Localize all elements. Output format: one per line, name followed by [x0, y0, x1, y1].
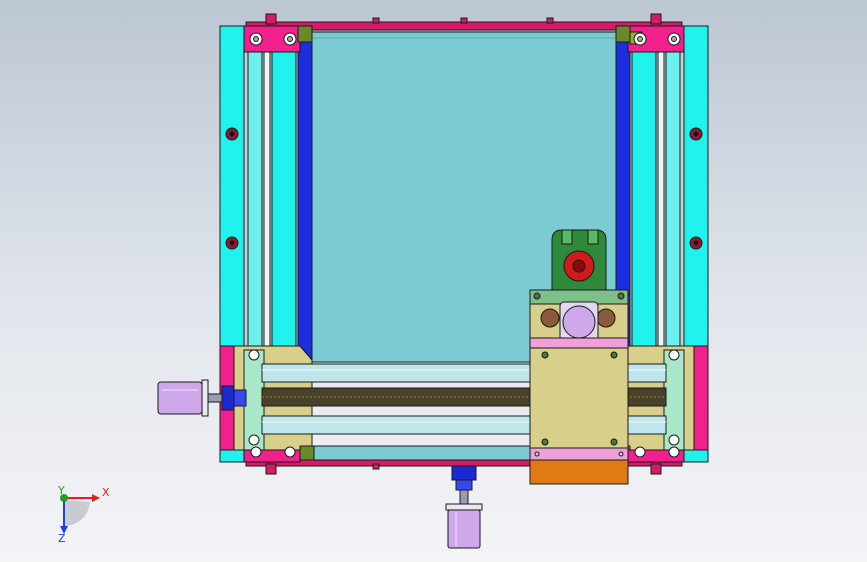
- cad-model-drawing[interactable]: X Y Z: [0, 0, 867, 562]
- z-motor-face: [562, 305, 596, 339]
- carriage-main-block: [529, 347, 629, 449]
- x-axis-label: X: [102, 486, 110, 499]
- right-guide-shaft-b: [657, 51, 665, 349]
- left-guide-shaft-a: [247, 51, 263, 349]
- right-rail-end-pink: [693, 345, 709, 451]
- left-blue-guide: [297, 39, 313, 363]
- y-axis-label: Y: [57, 484, 65, 497]
- cad-viewport[interactable]: X Y Z: [0, 0, 867, 562]
- bottom-motor-body: [447, 509, 481, 549]
- left-guide-shaft-b: [263, 51, 271, 349]
- bottom-stepper-motor: [445, 465, 483, 549]
- top-nub-2: [650, 13, 662, 25]
- left-motor-body: [157, 381, 203, 415]
- right-guide-shaft-c: [665, 51, 681, 349]
- top-left-olive-clip: [297, 25, 313, 43]
- top-right-olive-clip: [615, 25, 631, 43]
- coordinate-triad-icon: X Y Z: [57, 484, 110, 545]
- right-guide-shaft-a: [631, 51, 657, 349]
- bearing-right: [596, 308, 616, 328]
- top-nub-1: [265, 13, 277, 25]
- z-axis-label: Z: [58, 532, 66, 545]
- left-motor-coupler: [221, 385, 235, 411]
- bearing-left: [540, 308, 560, 328]
- bottom-motor-coupler: [451, 465, 477, 481]
- carriage-base-plate: [529, 459, 629, 485]
- left-guide-shaft-c: [271, 51, 297, 349]
